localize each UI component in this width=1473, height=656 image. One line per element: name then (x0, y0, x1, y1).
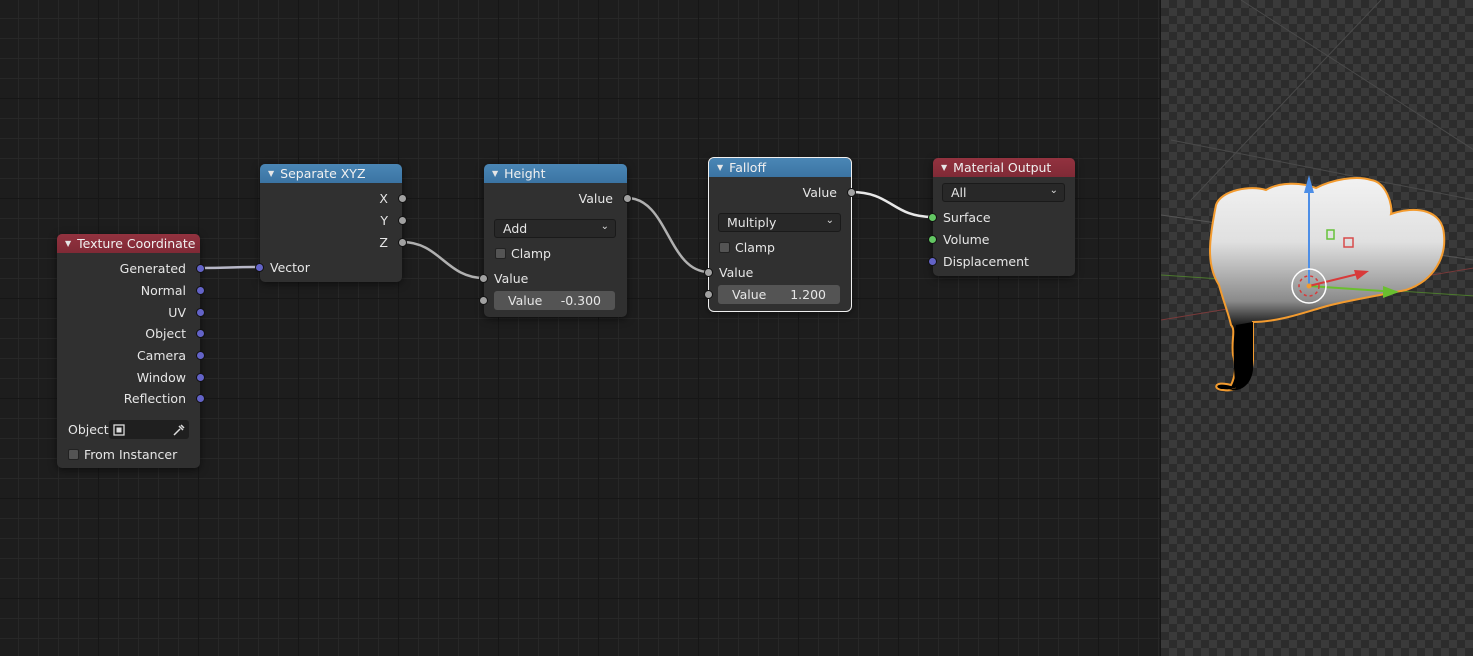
value-field-label: Value (732, 287, 767, 302)
link-z-value (401, 240, 485, 280)
node-header[interactable]: ▼ Material Output (933, 158, 1075, 177)
node-header[interactable]: ▼ Separate XYZ (260, 164, 402, 183)
value-field-label: Value (508, 293, 543, 308)
node-header[interactable]: ▼ Height (484, 164, 627, 183)
collapse-icon[interactable]: ▼ (717, 163, 723, 172)
chevron-down-icon: ⌄ (1049, 185, 1058, 196)
3d-viewport[interactable] (1160, 0, 1473, 656)
socket-volume[interactable] (928, 235, 937, 244)
node-header[interactable]: ▼ Texture Coordinate (57, 234, 200, 253)
node-title: Texture Coordinate (77, 236, 196, 251)
clamp-label: Clamp (511, 246, 551, 261)
value-field[interactable]: Value 1.200 (718, 285, 840, 304)
output-x-label: X (379, 191, 388, 206)
link-height-falloff (626, 196, 710, 274)
target-value: All (951, 185, 967, 200)
socket-value-out[interactable] (623, 194, 632, 203)
object-field[interactable] (109, 420, 189, 439)
output-y-label: Y (380, 213, 388, 228)
socket-generated[interactable] (196, 264, 205, 273)
link-falloff-surface (850, 190, 934, 219)
socket-vector[interactable] (255, 263, 264, 272)
chevron-down-icon: ⌄ (600, 221, 609, 232)
value-field[interactable]: Value -0.300 (494, 291, 615, 310)
socket-value-in[interactable] (479, 274, 488, 283)
link-generated-vector (200, 265, 261, 270)
socket-surface[interactable] (928, 213, 937, 222)
input-volume-label: Volume (943, 232, 990, 247)
input-displacement-label: Displacement (943, 254, 1029, 269)
clamp-checkbox[interactable] (719, 242, 730, 253)
output-window-label: Window (136, 370, 186, 385)
chevron-down-icon: ⌄ (825, 215, 834, 226)
output-value-label: Value (578, 191, 613, 206)
socket-value-out[interactable] (847, 188, 856, 197)
node-height[interactable]: ▼ Height Value Add ⌄ Clamp Value Value -… (479, 164, 632, 317)
grid-line (1240, 0, 1473, 150)
collapse-icon[interactable]: ▼ (492, 169, 498, 178)
input-value-label: Value (719, 265, 754, 280)
from-instancer-label: From Instancer (84, 447, 178, 462)
collapse-icon[interactable]: ▼ (268, 169, 274, 178)
target-dropdown[interactable]: All ⌄ (942, 183, 1065, 202)
operation-value: Add (503, 221, 528, 236)
eyedropper-icon[interactable] (171, 423, 185, 437)
node-texture-coordinate[interactable]: ▼ Texture Coordinate Generated Normal UV… (57, 234, 205, 468)
input-vector-label: Vector (270, 260, 310, 275)
socket-uv[interactable] (196, 308, 205, 317)
input-surface-label: Surface (943, 210, 991, 225)
operation-value: Multiply (727, 215, 777, 230)
grid-line (1190, 0, 1382, 201)
socket-value-in-2[interactable] (704, 290, 713, 299)
clamp-checkbox[interactable] (495, 248, 506, 259)
object-label: Object: (68, 422, 113, 437)
collapse-icon[interactable]: ▼ (65, 239, 71, 248)
output-normal-label: Normal (140, 283, 186, 298)
socket-z[interactable] (398, 238, 407, 247)
node-separate-xyz[interactable]: ▼ Separate XYZ X Y Z Vector (255, 164, 407, 282)
object-icon (113, 424, 125, 436)
node-editor[interactable]: ▼ Texture Coordinate Generated Normal UV… (0, 0, 1160, 656)
output-value-label: Value (802, 185, 837, 200)
socket-x[interactable] (398, 194, 407, 203)
socket-window[interactable] (196, 373, 205, 382)
socket-y[interactable] (398, 216, 407, 225)
socket-normal[interactable] (196, 286, 205, 295)
socket-object[interactable] (196, 329, 205, 338)
output-generated-label: Generated (119, 261, 186, 276)
output-camera-label: Camera (136, 348, 186, 363)
operation-dropdown[interactable]: Multiply ⌄ (718, 213, 841, 232)
socket-value-in-2[interactable] (479, 296, 488, 305)
input-value-label: Value (494, 271, 529, 286)
socket-displacement[interactable] (928, 257, 937, 266)
output-uv-label: UV (168, 305, 186, 320)
node-header[interactable]: ▼ Falloff (709, 158, 851, 177)
value-field-number: -0.300 (560, 293, 601, 308)
node-falloff[interactable]: ▼ Falloff Value Multiply ⌄ Clamp Value V… (704, 157, 856, 312)
output-reflection-label: Reflection (123, 391, 186, 406)
node-title: Height (504, 166, 546, 181)
output-z-label: Z (379, 235, 388, 250)
clamp-label: Clamp (735, 240, 775, 255)
socket-camera[interactable] (196, 351, 205, 360)
value-field-number: 1.200 (790, 287, 826, 302)
node-title: Separate XYZ (280, 166, 366, 181)
output-object-label: Object (145, 326, 186, 341)
socket-reflection[interactable] (196, 394, 205, 403)
collapse-icon[interactable]: ▼ (941, 163, 947, 172)
operation-dropdown[interactable]: Add ⌄ (494, 219, 616, 238)
socket-value-in[interactable] (704, 268, 713, 277)
node-title: Falloff (729, 160, 767, 175)
from-instancer-checkbox[interactable] (68, 449, 79, 460)
viewport-scene (1161, 0, 1473, 392)
node-material-output[interactable]: ▼ Material Output All ⌄ Surface Volume D… (928, 158, 1075, 276)
node-title: Material Output (953, 160, 1052, 175)
